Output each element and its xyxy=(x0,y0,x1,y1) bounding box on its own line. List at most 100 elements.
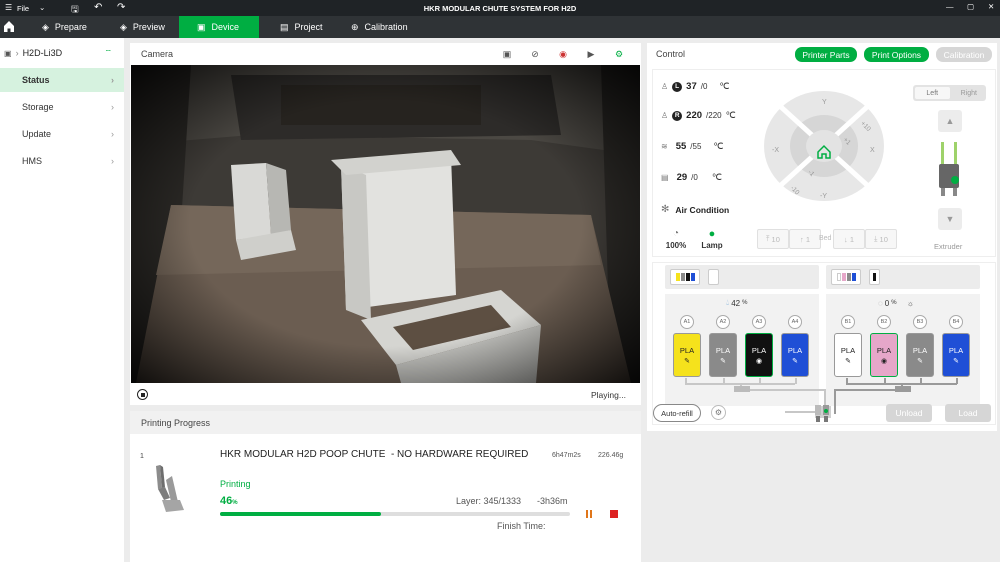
ams-dry-icon[interactable]: ☼ xyxy=(907,299,914,308)
device-sidebar: ▣ › H2D-Li3D ⌔ Status › Storage › Update › … xyxy=(0,38,124,562)
model-thumbnail xyxy=(148,462,188,514)
ams-slot-a2[interactable]: PLA ✎ xyxy=(709,333,737,377)
ams-settings-icon[interactable]: ⚙ xyxy=(711,405,726,420)
job-duration: 6h47m2s xyxy=(552,452,581,459)
extruder-left-tab[interactable]: Left xyxy=(915,87,950,99)
camera-icon[interactable]: ▶ xyxy=(585,48,597,60)
bed-move-label: Bed xyxy=(819,235,832,242)
chevron-right-icon: › xyxy=(111,102,114,112)
edit-icon: ✎ xyxy=(917,357,923,365)
main-nav: ◈ Prepare ◈ Preview ▣ Device ▤ Project ⊕ Cali… xyxy=(0,16,1000,38)
ams-left-thumb-icon xyxy=(670,269,700,285)
ams-left-humidity: 💧︎ 42% xyxy=(726,298,748,308)
minimize-icon[interactable]: — xyxy=(946,2,954,11)
ams-slot-a3[interactable]: PLA ◉ xyxy=(745,333,773,377)
print-options-button[interactable]: Print Options xyxy=(864,47,929,62)
air-condition-toggle[interactable]: ✻ Air Condition xyxy=(661,204,729,215)
jog-y-minus[interactable]: -Y xyxy=(820,193,827,200)
ams-slot-b2[interactable]: PLA ◉ xyxy=(870,333,898,377)
sidebar-item-hms[interactable]: HMS › xyxy=(0,149,124,173)
ams-slot-label-a1: A1 xyxy=(680,315,694,329)
lamp-toggle[interactable]: ● Lamp xyxy=(698,228,726,250)
humidity-icon: 💧︎ xyxy=(726,298,730,307)
sidebar-item-update[interactable]: Update › xyxy=(0,122,124,146)
bed-down-10-button[interactable]: ⤓ 10 xyxy=(865,229,897,249)
left-nozzle-badge: L xyxy=(672,81,683,92)
camera-image xyxy=(131,65,640,383)
tab-device[interactable]: ▣ Device xyxy=(179,16,259,38)
camera-feed[interactable] xyxy=(131,65,640,383)
edit-icon: ✎ xyxy=(953,357,959,365)
cube-icon: ◈ xyxy=(42,21,49,32)
tab-project[interactable]: ▤ Project xyxy=(274,16,329,38)
arrow-up-icon: ↑ xyxy=(799,234,804,244)
pause-button[interactable] xyxy=(584,509,594,519)
ams-right-humidity: ◌ 0% ☼ xyxy=(878,298,914,308)
project-icon: ▤ xyxy=(280,21,289,32)
ams-right-selector[interactable] xyxy=(826,265,980,289)
arrow-down-icon: ⤓ xyxy=(874,234,878,243)
tab-calibration[interactable]: ⊕ Calibration xyxy=(345,16,414,38)
stop-button[interactable] xyxy=(610,510,618,518)
bed-temp[interactable]: ≋ 55 /55 ℃ xyxy=(661,141,724,152)
chevron-right-icon: › xyxy=(15,48,19,58)
tab-preview[interactable]: ◈ Preview xyxy=(114,16,171,38)
ams-slot-a1[interactable]: PLA ✎ xyxy=(673,333,701,377)
filament-material: PLA xyxy=(912,345,928,355)
jog-x-minus[interactable]: -X xyxy=(772,147,779,154)
bed-down-1-button[interactable]: ↓ 1 xyxy=(833,229,865,249)
ams-slot-label-a3: A3 xyxy=(752,315,766,329)
maximize-icon[interactable]: ▢ xyxy=(967,2,974,11)
ams-slot-a4[interactable]: PLA ✎ xyxy=(781,333,809,377)
extrude-up-button[interactable]: ▲ xyxy=(938,110,962,132)
record-icon[interactable]: ◉ xyxy=(557,48,569,60)
jog-x-plus[interactable]: X xyxy=(870,147,875,154)
ams-slot-label-a4: A4 xyxy=(788,315,802,329)
arrow-up-icon: ⤒ xyxy=(766,234,770,243)
extruder-right-tab[interactable]: Right xyxy=(952,90,987,97)
ams-left-selector[interactable] xyxy=(665,265,819,289)
extrude-down-button[interactable]: ▼ xyxy=(938,208,962,230)
load-button[interactable]: Load xyxy=(945,404,991,422)
ams-slot-b1[interactable]: PLA ✎ xyxy=(834,333,862,377)
right-nozzle-temp[interactable]: ♙ R 220 /220 ℃ xyxy=(661,110,736,121)
filament-material: PLA xyxy=(679,345,695,355)
extruder-switch[interactable]: Left Right xyxy=(913,85,986,101)
progress-percent-unit: % xyxy=(232,500,238,506)
lamp-label: Lamp xyxy=(701,241,723,250)
external-spool-icon[interactable] xyxy=(869,269,880,285)
tab-prepare[interactable]: ◈ Prepare xyxy=(36,16,93,38)
ams-slot-b3[interactable]: PLA ✎ xyxy=(906,333,934,377)
nozzle-icon: ♙ xyxy=(661,111,669,120)
home-icon[interactable] xyxy=(3,20,15,33)
close-icon[interactable]: ✕ xyxy=(988,2,994,11)
nozzle-status-icon xyxy=(814,405,830,423)
video-off-icon[interactable]: ⊘ xyxy=(529,48,541,60)
printer-selector[interactable]: ▣ › H2D-Li3D ⌔ xyxy=(4,46,120,60)
auto-refill-button[interactable]: Auto-refill xyxy=(653,404,701,422)
bed-up-1-button[interactable]: ↑ 1 xyxy=(789,229,821,249)
calibration-button[interactable]: Calibration xyxy=(936,47,992,62)
timelapse-icon[interactable]: ▣ xyxy=(501,48,513,60)
edit-icon: ✎ xyxy=(845,357,851,365)
printer-parts-button[interactable]: Printer Parts xyxy=(795,47,857,62)
sidebar-item-status[interactable]: Status › xyxy=(0,68,124,92)
camera-settings-icon[interactable]: ⚙ xyxy=(613,48,625,60)
external-spool-icon[interactable] xyxy=(708,269,719,285)
ams-slot-label-a2: A2 xyxy=(716,315,730,329)
stop-stream-icon[interactable] xyxy=(137,389,148,400)
unload-button[interactable]: Unload xyxy=(886,404,932,422)
control-title: Control xyxy=(656,49,686,59)
sidebar-item-storage[interactable]: Storage › xyxy=(0,95,124,119)
ams-slot-label-b4: B4 xyxy=(949,315,963,329)
fan-speed-value: 100% xyxy=(665,241,687,250)
bed-heat-icon: ≋ xyxy=(661,142,668,151)
bed-up-10-button[interactable]: ⤒ 10 xyxy=(757,229,789,249)
home-axes-icon[interactable] xyxy=(816,144,832,160)
left-nozzle-temp[interactable]: ♙ L 37 /0 ℃ xyxy=(661,81,730,92)
jog-y-plus[interactable]: Y xyxy=(822,99,827,106)
progress-percent: 46% xyxy=(220,495,238,507)
fan-control[interactable]: ◔ 100% xyxy=(661,228,691,250)
ams-slot-b4[interactable]: PLA ✎ xyxy=(942,333,970,377)
chamber-temp[interactable]: ▤ 29 /0 ℃ xyxy=(661,172,722,183)
